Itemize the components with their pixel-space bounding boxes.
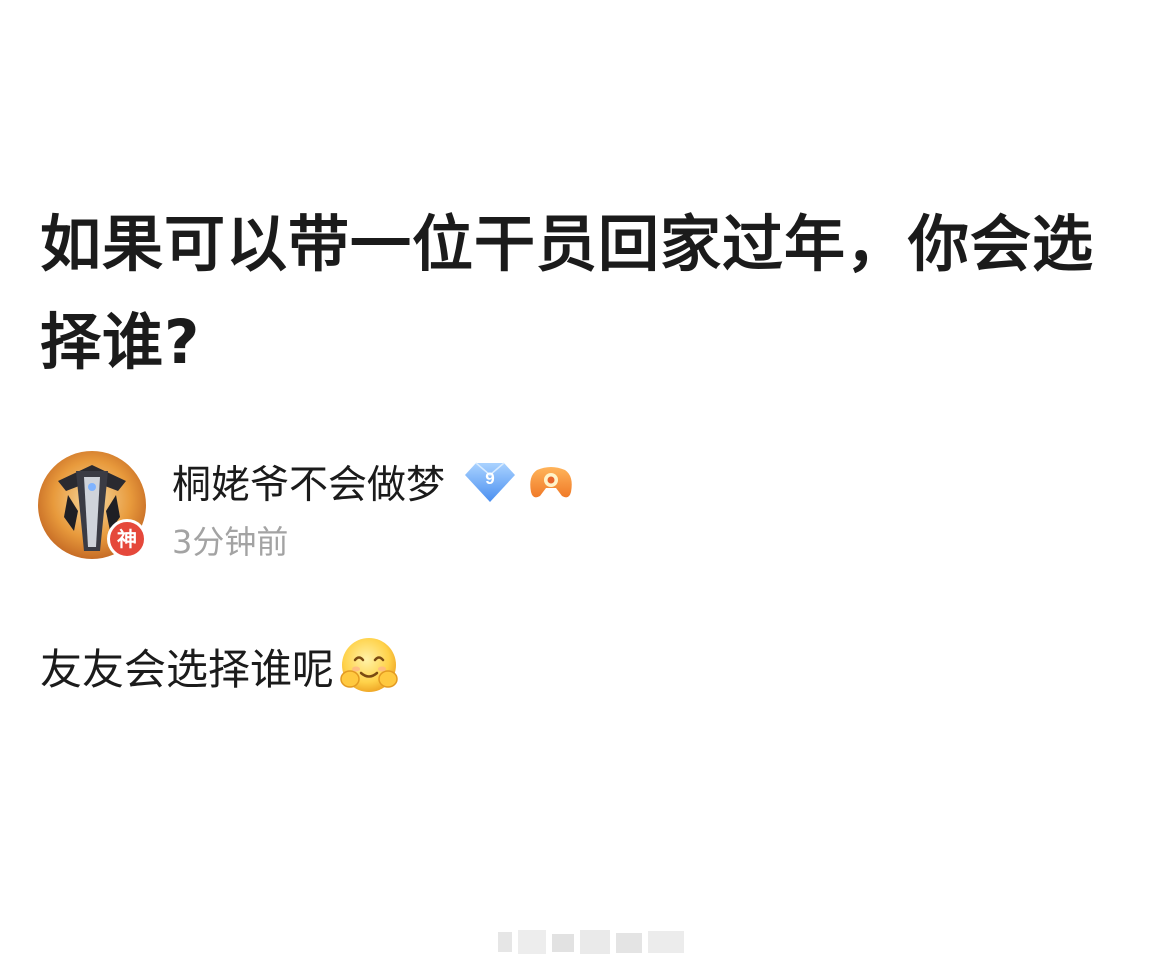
post-title: 如果可以带一位干员回家过年，你会选择谁? — [40, 209, 1095, 378]
post-body-text: 友友会选择谁呢 — [40, 644, 335, 694]
post-body: 友友会选择谁呢 — [40, 633, 402, 699]
god-rank-badge: 神 — [107, 519, 147, 559]
author-block: 神 桐姥爷不会做梦 9 3分钟前 — [38, 451, 738, 561]
level-diamond-icon: 9 — [465, 462, 516, 502]
post-container: 如果可以带一位干员回家过年，你会选择谁? 神 桐姥爷不会做梦 9 3分钟前 友友… — [0, 0, 1170, 969]
level-number: 9 — [485, 469, 494, 488]
username[interactable]: 桐姥爷不会做梦 — [172, 454, 445, 510]
hugging-face-emoji — [340, 638, 398, 692]
watermark-image — [498, 930, 684, 954]
username-row: 桐姥爷不会做梦 9 — [172, 454, 575, 510]
post-timestamp: 3分钟前 — [172, 523, 289, 561]
game-controller-icon — [530, 467, 572, 498]
